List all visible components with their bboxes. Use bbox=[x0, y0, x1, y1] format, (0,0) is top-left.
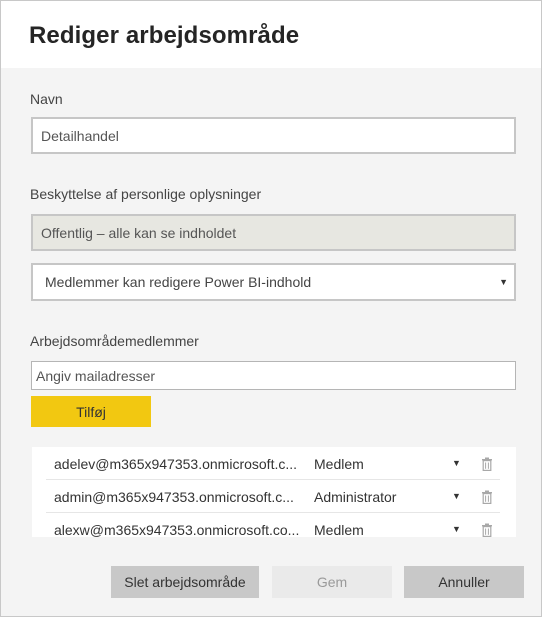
member-email: admin@m365x947353.onmicrosoft.c... bbox=[54, 489, 294, 505]
member-role-select[interactable]: Medlem bbox=[314, 522, 364, 537]
members-label: Arbejdsområdemedlemmer bbox=[30, 333, 199, 349]
member-row: adelev@m365x947353.onmicrosoft.c... Medl… bbox=[32, 447, 516, 480]
caret-down-icon[interactable]: ▼ bbox=[452, 458, 461, 468]
member-role-select[interactable]: Administrator bbox=[314, 489, 396, 505]
trash-icon[interactable] bbox=[481, 457, 493, 471]
edit-workspace-dialog: Rediger arbejdsområde Navn Detailhandel … bbox=[0, 0, 542, 617]
email-input[interactable]: Angiv mailadresser bbox=[31, 361, 516, 390]
cancel-button[interactable]: Annuller bbox=[404, 566, 524, 598]
save-button[interactable]: Gem bbox=[272, 566, 392, 598]
member-row: admin@m365x947353.onmicrosoft.c... Admin… bbox=[32, 480, 516, 513]
member-role-select[interactable]: Medlem bbox=[314, 456, 364, 472]
privacy-label: Beskyttelse af personlige oplysninger bbox=[30, 186, 262, 202]
name-label: Navn bbox=[30, 91, 63, 107]
workspace-name-input[interactable]: Detailhandel bbox=[31, 117, 516, 154]
trash-icon[interactable] bbox=[481, 523, 493, 537]
privacy-field: Offentlig – alle kan se indholdet bbox=[31, 214, 516, 251]
member-email: adelev@m365x947353.onmicrosoft.c... bbox=[54, 456, 298, 472]
caret-down-icon[interactable]: ▼ bbox=[452, 524, 461, 534]
dialog-header: Rediger arbejdsområde bbox=[1, 1, 541, 68]
add-member-button[interactable]: Tilføj bbox=[31, 396, 151, 427]
permission-select-value: Medlemmer kan redigere Power BI-indhold bbox=[45, 274, 312, 290]
permission-select[interactable]: Medlemmer kan redigere Power BI-indhold … bbox=[31, 263, 516, 301]
dialog-title: Rediger arbejdsområde bbox=[29, 22, 300, 49]
member-email: alexw@m365x947353.onmicrosoft.co... bbox=[54, 522, 300, 537]
trash-icon[interactable] bbox=[481, 490, 493, 504]
caret-down-icon[interactable]: ▼ bbox=[452, 491, 461, 501]
member-row: alexw@m365x947353.onmicrosoft.co... Medl… bbox=[32, 513, 516, 537]
caret-down-icon: ▼ bbox=[499, 277, 508, 287]
delete-workspace-button[interactable]: Slet arbejdsområde bbox=[111, 566, 259, 598]
members-list: adelev@m365x947353.onmicrosoft.c... Medl… bbox=[32, 447, 516, 537]
